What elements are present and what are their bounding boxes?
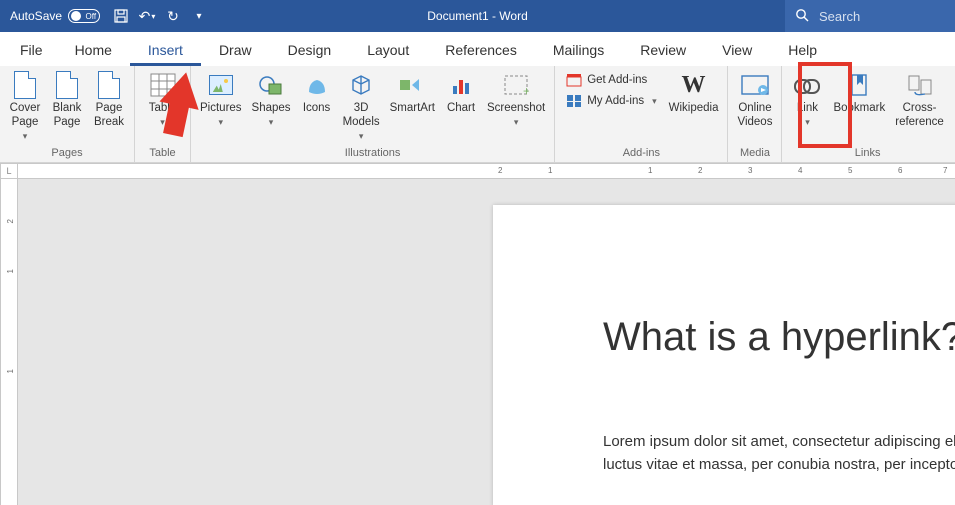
wikipedia-icon: W	[682, 70, 706, 100]
search-box[interactable]: Search	[785, 0, 955, 32]
tab-references[interactable]: References	[427, 36, 535, 66]
document-title: Document1 - Word	[427, 9, 527, 23]
page-break-button[interactable]: Page Break	[89, 68, 129, 130]
my-addins-button[interactable]: My Add-ins▾	[562, 91, 660, 111]
group-tables: Table Table	[135, 66, 191, 162]
qat-customize-icon[interactable]: ▾	[192, 9, 206, 23]
table-icon	[150, 70, 176, 100]
tab-view[interactable]: View	[704, 36, 770, 66]
group-illustrations: Pictures Shapes Icons 3D Models SmartArt…	[191, 66, 555, 162]
cover-page-icon	[14, 70, 36, 100]
document-heading[interactable]: What is a hyperlink?	[603, 315, 955, 360]
tab-file[interactable]: File	[6, 36, 57, 66]
horizontal-ruler-row: L 2 1 1 2 3 4 5 6 7	[0, 163, 955, 179]
bookmark-button[interactable]: Bookmark	[829, 68, 889, 116]
smartart-icon	[399, 70, 425, 100]
tab-help[interactable]: Help	[770, 36, 835, 66]
page-canvas[interactable]: What is a hyperlink? Lorem ipsum dolor s…	[18, 179, 955, 505]
table-button[interactable]: Table	[143, 68, 183, 128]
chart-button[interactable]: Chart	[441, 68, 481, 116]
blank-page-icon	[56, 70, 78, 100]
ruler-corner: L	[0, 163, 18, 179]
addins-icon	[566, 93, 582, 109]
icons-button[interactable]: Icons	[297, 68, 337, 116]
tab-layout[interactable]: Layout	[349, 36, 427, 66]
screenshot-button[interactable]: +Screenshot	[483, 68, 549, 128]
search-placeholder: Search	[819, 9, 860, 24]
group-pages: Cover Page Blank Page Page Break Pages	[0, 66, 135, 162]
group-label-links: Links	[855, 147, 881, 161]
icons-icon	[305, 70, 329, 100]
horizontal-ruler[interactable]: 2 1 1 2 3 4 5 6 7	[18, 163, 955, 179]
group-addins: Get Add-ins My Add-ins▾ WWikipedia Add-i…	[555, 66, 728, 162]
video-icon	[741, 70, 769, 100]
autosave-label: AutoSave	[10, 9, 62, 23]
document-area: 2 1 1 What is a hyperlink? Lorem ipsum d…	[0, 179, 955, 505]
3d-models-button[interactable]: 3D Models	[339, 68, 384, 141]
cross-reference-icon	[907, 70, 933, 100]
group-label-illustrations: Illustrations	[345, 147, 401, 161]
vertical-ruler[interactable]: 2 1 1	[0, 179, 18, 505]
wikipedia-button[interactable]: WWikipedia	[665, 68, 723, 116]
redo-icon[interactable]: ↻	[166, 9, 180, 23]
tab-draw[interactable]: Draw	[201, 36, 270, 66]
group-label-addins: Add-ins	[623, 147, 660, 161]
document-page[interactable]: What is a hyperlink? Lorem ipsum dolor s…	[493, 205, 955, 505]
online-videos-button[interactable]: Online Videos	[733, 68, 776, 130]
group-label-pages: Pages	[51, 147, 82, 161]
link-button[interactable]: Link	[787, 68, 827, 128]
autosave-toggle[interactable]: Off	[68, 9, 100, 23]
save-icon[interactable]	[114, 9, 128, 23]
search-icon	[795, 8, 809, 25]
ribbon-tabs: File Home Insert Draw Design Layout Refe…	[0, 32, 955, 66]
tab-design[interactable]: Design	[270, 36, 350, 66]
undo-icon[interactable]: ↶▾	[140, 9, 154, 23]
get-addins-button[interactable]: Get Add-ins	[562, 70, 660, 90]
cover-page-button[interactable]: Cover Page	[5, 68, 45, 141]
blank-page-button[interactable]: Blank Page	[47, 68, 87, 130]
title-bar: AutoSave Off ↶▾ ↻ ▾ Document1 - Word Sea…	[0, 0, 955, 32]
group-label-media: Media	[740, 147, 770, 161]
group-links: Link Bookmark Cross- reference Links	[782, 66, 952, 162]
pictures-icon	[209, 70, 233, 100]
document-body-text[interactable]: Lorem ipsum dolor sit amet, consectetur …	[603, 430, 955, 477]
pictures-button[interactable]: Pictures	[196, 68, 246, 128]
tab-home[interactable]: Home	[57, 36, 130, 66]
bookmark-icon	[849, 70, 869, 100]
tab-insert[interactable]: Insert	[130, 36, 201, 66]
ribbon: Cover Page Blank Page Page Break Pages T…	[0, 66, 955, 163]
autosave-toggle-group: AutoSave Off	[0, 9, 100, 23]
group-label-tables: Table	[149, 147, 175, 161]
tab-review[interactable]: Review	[622, 36, 704, 66]
group-media: Online Videos Media	[728, 66, 782, 162]
link-icon	[794, 70, 820, 100]
cross-reference-button[interactable]: Cross- reference	[891, 68, 948, 130]
quick-access-toolbar: ↶▾ ↻ ▾	[114, 9, 206, 23]
svg-text:+: +	[523, 84, 529, 96]
shapes-icon	[259, 70, 283, 100]
autosave-state: Off	[86, 12, 97, 21]
cube-icon	[349, 70, 373, 100]
screenshot-icon: +	[503, 70, 529, 100]
tab-mailings[interactable]: Mailings	[535, 36, 622, 66]
smartart-button[interactable]: SmartArt	[386, 68, 439, 116]
shapes-button[interactable]: Shapes	[248, 68, 295, 128]
chart-icon	[450, 70, 472, 100]
store-icon	[566, 72, 582, 88]
page-break-icon	[98, 70, 120, 100]
